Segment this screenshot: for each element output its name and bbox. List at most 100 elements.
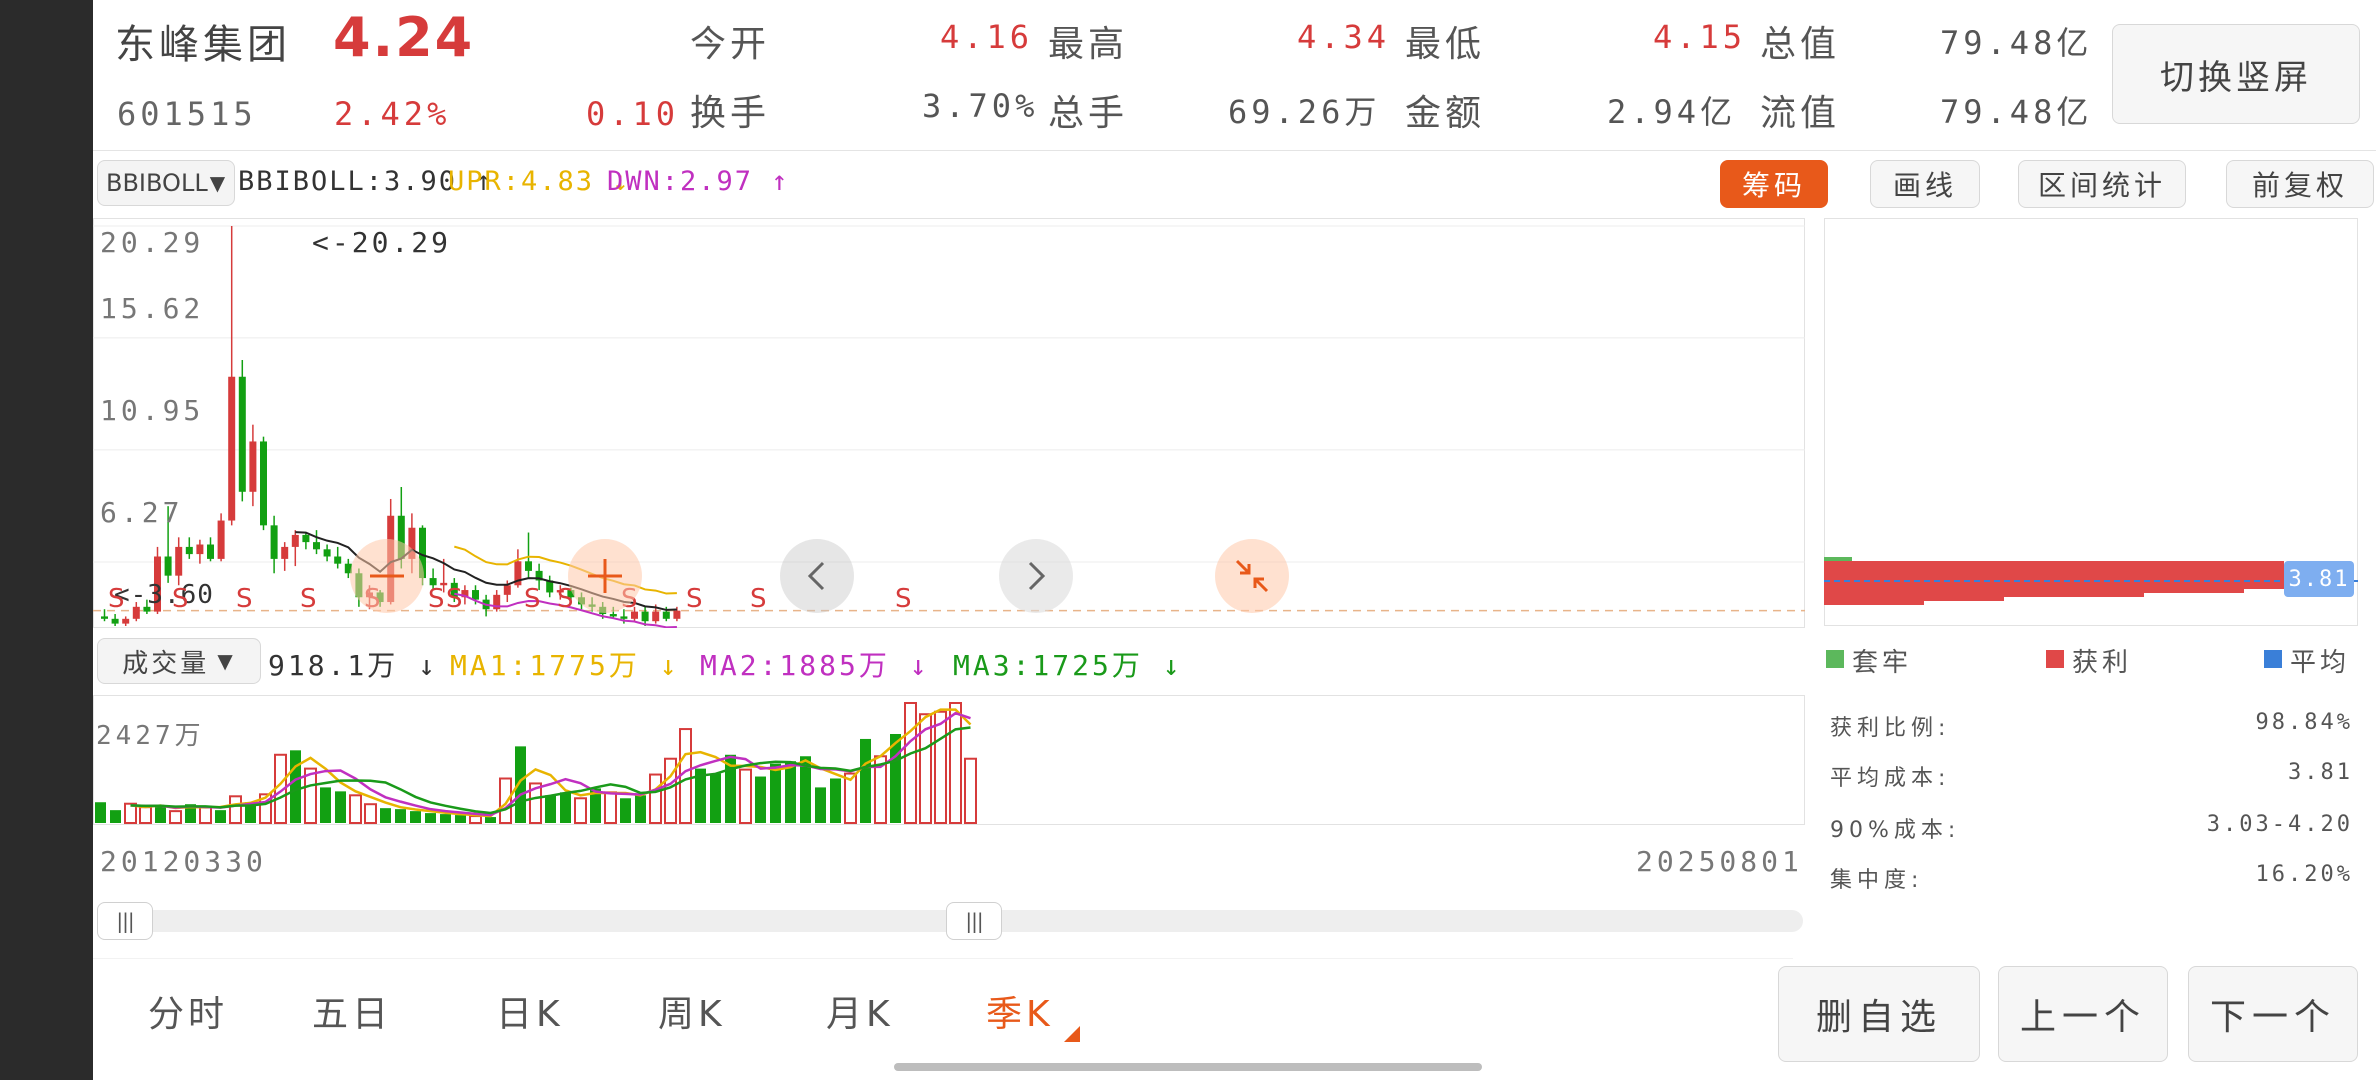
- chip-profit-bar: [1824, 561, 2284, 565]
- chips-button[interactable]: 筹码: [1720, 160, 1828, 208]
- volume-bar: [155, 805, 166, 823]
- stock-price: 4.24: [333, 6, 475, 69]
- range-slider-right-handle[interactable]: |||: [946, 902, 1002, 940]
- candle-body: [249, 441, 257, 492]
- volume-chart[interactable]: [93, 695, 1805, 825]
- range-stats-button[interactable]: 区间统计: [2018, 160, 2186, 208]
- float-label: 流值: [1760, 93, 1841, 134]
- low-value: 4.15: [1653, 18, 1747, 56]
- mktcap-label: 总值: [1760, 24, 1841, 65]
- legend-profit-label: 获利: [2072, 648, 2133, 678]
- sell-mark: S: [895, 584, 912, 614]
- candle-body: [111, 618, 119, 624]
- candle-body: [323, 549, 331, 557]
- volume-bar: [349, 794, 362, 824]
- sell-mark: S: [750, 584, 767, 614]
- chip-profit-bar: [1824, 565, 2294, 569]
- turnover-value: 3.70%: [922, 87, 1039, 125]
- collapse-arrows-icon: [1235, 559, 1269, 593]
- volume-bar: [904, 702, 917, 824]
- legend-trapped-swatch: [1826, 650, 1844, 668]
- remove-watchlist-button[interactable]: 删自选: [1778, 966, 1980, 1062]
- profit-ratio-value: 98.84%: [2255, 710, 2353, 735]
- legend-average-swatch: [2264, 650, 2282, 668]
- scroll-right-button[interactable]: [999, 539, 1073, 613]
- volume-bar: [290, 750, 301, 823]
- volume-bar: [739, 768, 752, 824]
- date-end: 20250801: [1636, 845, 1803, 878]
- chip-current-price: 3.81: [2284, 561, 2354, 597]
- candle-body: [673, 610, 681, 619]
- volume-label: 总手: [1048, 93, 1129, 134]
- sell-mark: S: [524, 584, 541, 614]
- candle-body: [281, 546, 289, 559]
- zoom-out-button[interactable]: [350, 539, 424, 613]
- volume-bar: [395, 809, 406, 823]
- plus-icon: [588, 559, 622, 593]
- candle-body: [334, 556, 342, 564]
- tab-quarterly-k[interactable]: 季K: [986, 985, 1054, 1037]
- volume-bar: [440, 814, 451, 823]
- volume-bar: [635, 795, 646, 823]
- date-start: 20120330: [100, 845, 267, 878]
- chip-profit-bar: [1824, 601, 1924, 605]
- next-stock-button[interactable]: 下一个: [2188, 966, 2358, 1062]
- candle-body: [503, 585, 511, 595]
- chevron-left-icon: [807, 561, 825, 591]
- volume-bar: [199, 805, 212, 825]
- tab-five-day[interactable]: 五日: [312, 985, 392, 1037]
- candle-body: [207, 544, 214, 559]
- low-annotation: <-3.60: [114, 580, 214, 610]
- high-annotation: <-20.29: [312, 226, 452, 259]
- tab-monthly-k[interactable]: 月K: [826, 985, 894, 1037]
- volume-bar: [215, 810, 226, 823]
- price-tick-3: 10.95: [100, 394, 205, 427]
- volume-bar: [364, 803, 377, 824]
- amount-value: 2.94亿: [1607, 93, 1737, 131]
- candle-body: [164, 556, 172, 576]
- candle-body: [122, 618, 130, 624]
- volume-bar: [110, 810, 121, 823]
- candle-body: [228, 376, 236, 521]
- candle-body: [641, 611, 649, 622]
- indicator-select-label: BBIBOLL: [106, 169, 208, 197]
- tab-intraday[interactable]: 分时: [148, 985, 228, 1037]
- draw-line-button[interactable]: 画线: [1870, 160, 1980, 208]
- high-label: 最高: [1048, 24, 1129, 65]
- legend-profit-swatch: [2046, 650, 2064, 668]
- sell-mark: S: [300, 584, 317, 614]
- switch-portrait-button[interactable]: 切换竖屏: [2112, 24, 2360, 124]
- candle-body: [302, 534, 310, 543]
- grip-icon: |||: [116, 909, 134, 933]
- indicator-select[interactable]: BBIBOLL ▼: [97, 160, 235, 206]
- previous-stock-button[interactable]: 上一个: [1998, 966, 2168, 1062]
- volume-bar: [425, 813, 436, 823]
- volume-bar: [320, 787, 331, 823]
- active-tab-corner-icon: [1064, 1026, 1080, 1042]
- sell-mark: S: [108, 584, 125, 614]
- candle-body: [196, 544, 204, 555]
- volume-select[interactable]: 成交量 ▼: [97, 638, 261, 684]
- chip-trapped-bar: [1824, 557, 1852, 561]
- chip-profit-bar: [1824, 593, 2144, 597]
- volume-select-label: 成交量: [122, 648, 210, 679]
- volume-bar: [335, 791, 346, 823]
- candle-body: [662, 611, 670, 619]
- dropdown-caret-icon: ▼: [217, 649, 236, 673]
- volume-bar: [934, 710, 947, 824]
- volume-bar: [229, 795, 242, 824]
- candle-body: [238, 376, 246, 492]
- zoom-in-button[interactable]: [568, 539, 642, 613]
- tab-weekly-k[interactable]: 周K: [658, 985, 726, 1037]
- cost-90-label: 90%成本:: [1830, 818, 1961, 843]
- adjust-button[interactable]: 前复权: [2226, 160, 2374, 208]
- volume-bar: [830, 778, 841, 823]
- collapse-button[interactable]: [1215, 539, 1289, 613]
- volume-bar: [560, 792, 571, 823]
- volume-ma3: MA3:1725万 ↓: [953, 649, 1183, 682]
- volume-bar: [815, 787, 826, 823]
- tab-daily-k[interactable]: 日K: [496, 985, 564, 1037]
- volume-bar: [770, 763, 781, 823]
- scroll-left-button[interactable]: [780, 539, 854, 613]
- range-slider-left-handle[interactable]: |||: [97, 902, 153, 940]
